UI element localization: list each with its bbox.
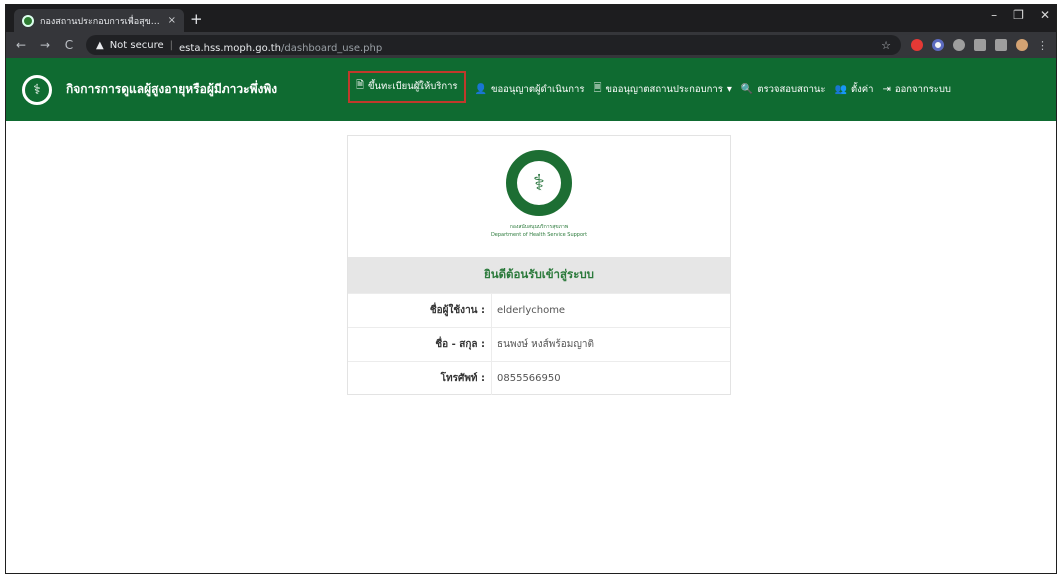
welcome-heading: ยินดีต้อนรับเข้าสู่ระบบ: [348, 257, 730, 293]
nav-item-label: ออกจากระบบ: [894, 84, 951, 95]
extension-icon[interactable]: [953, 39, 965, 51]
info-row-fullname: ชื่อ - สกุล : ธนพงษ์ หงส์พร้อมญาติ: [348, 327, 730, 361]
reading-list-icon[interactable]: [995, 39, 1007, 51]
avatar[interactable]: [1016, 39, 1028, 51]
site-navbar: ⚕ กิจการการดูแลผู้สูงอายุหรือผู้มีภาวะพึ…: [6, 58, 1056, 121]
browser-toolbar: ← → C ▲ Not secure | esta.hss.moph.go.th…: [6, 32, 1056, 58]
maximize-button[interactable]: ❐: [1013, 8, 1024, 22]
address-bar[interactable]: ▲ Not secure | esta.hss.moph.go.th/dashb…: [86, 35, 901, 55]
nav-item-label: ขออนุญาตสถานประกอบการ: [605, 84, 723, 95]
window-controls: – ❐ ✕: [991, 8, 1050, 22]
info-row-phone: โทรศัพท์ : 0855566950: [348, 361, 730, 395]
info-value: elderlychome: [497, 305, 566, 316]
url-path: /dashboard_use.php: [281, 42, 383, 54]
minimize-button[interactable]: –: [991, 8, 997, 22]
site-favicon-icon: [22, 14, 34, 27]
info-value: ธนพงษ์ หงส์พร้อมญาติ: [497, 339, 594, 350]
reload-button[interactable]: C: [62, 38, 76, 52]
extension-icon[interactable]: [932, 39, 944, 51]
chevron-down-icon: ▾: [726, 84, 732, 95]
nav-establishment-license[interactable]: 🗏 ขออนุญาตสถานประกอบการ ▾: [593, 75, 731, 105]
extension-icons: ⋮: [911, 39, 1048, 52]
divider: [491, 294, 492, 327]
moph-logo-icon[interactable]: ⚕: [22, 74, 52, 105]
users-cog-icon: 👥: [834, 84, 847, 95]
tab-close-icon[interactable]: ×: [168, 15, 176, 26]
welcome-card: ⚕ กองสนับสนุนบริการสุขภาพ Department of …: [347, 135, 731, 395]
search-icon: 🔍: [740, 84, 754, 95]
not-secure-label: Not secure: [109, 39, 164, 51]
hand-cursor-icon: ☝: [415, 78, 423, 92]
warning-icon[interactable]: ▲: [96, 40, 104, 51]
url-separator: |: [169, 39, 174, 51]
department-name-en: Department of Health Service Support: [490, 232, 588, 238]
divider: [491, 328, 492, 361]
caduceus-icon: ⚕: [517, 161, 561, 205]
forward-button[interactable]: →: [38, 38, 52, 52]
nav-item-label: ตั้งค่า: [850, 84, 874, 95]
nav-operator-license[interactable]: 👤 ขออนุญาตผู้ดำเนินการ: [475, 75, 585, 105]
document-icon: 🗎: [356, 80, 365, 91]
nav-menu: 🗎 ขึ้นทะเบียนผู้ให้บริการ 👤 ขออนุญาตผู้ด…: [348, 58, 951, 121]
building-icon: 🗏: [593, 83, 602, 94]
site-title[interactable]: กิจการการดูแลผู้สูงอายุหรือผู้มีภาวะพึ่ง…: [66, 80, 277, 99]
extension-icon[interactable]: [911, 39, 923, 51]
tab-title: กองสถานประกอบการเพื่อสุขภาพ กรม: [40, 16, 162, 27]
nav-item-label: ตรวจสอบสถานะ: [757, 84, 826, 95]
user-icon: 👤: [474, 84, 487, 95]
browser-tab[interactable]: กองสถานประกอบการเพื่อสุขภาพ กรม ×: [14, 9, 184, 32]
department-logo-area: ⚕ กองสนับสนุนบริการสุขภาพ Department of …: [348, 136, 730, 257]
nav-logout[interactable]: ⇥ ออกจากระบบ: [882, 75, 950, 105]
department-name-th: กองสนับสนุนบริการสุขภาพ: [509, 224, 569, 230]
close-window-button[interactable]: ✕: [1040, 8, 1050, 22]
browser-window: กองสถานประกอบการเพื่อสุขภาพ กรม × + – ❐ …: [5, 4, 1057, 574]
nav-check-status[interactable]: 🔍 ตรวจสอบสถานะ: [741, 75, 826, 105]
menu-kebab-icon[interactable]: ⋮: [1037, 39, 1048, 52]
info-value: 0855566950: [497, 373, 561, 384]
new-tab-button[interactable]: +: [190, 10, 203, 28]
ministry-seal-icon: ⚕: [506, 150, 572, 216]
info-label: ชื่อ - สกุล :: [435, 339, 485, 350]
back-button[interactable]: ←: [14, 38, 28, 52]
nav-item-label: ขออนุญาตผู้ดำเนินการ: [490, 84, 585, 95]
divider: [491, 362, 492, 395]
info-row-username: ชื่อผู้ใช้งาน : elderlychome: [348, 293, 730, 327]
info-label: ชื่อผู้ใช้งาน :: [429, 305, 485, 316]
logout-icon: ⇥: [882, 84, 891, 95]
url-text: esta.hss.moph.go.th/dashboard_use.php: [179, 36, 382, 55]
tab-strip: กองสถานประกอบการเพื่อสุขภาพ กรม × + – ❐ …: [6, 5, 1056, 32]
puzzle-icon[interactable]: [974, 39, 986, 51]
url-host: esta.hss.moph.go.th: [179, 42, 282, 54]
info-label: โทรศัพท์ :: [440, 373, 485, 384]
nav-settings[interactable]: 👥 ตั้งค่า: [835, 75, 874, 105]
bookmark-star-icon[interactable]: ☆: [881, 39, 891, 52]
nav-item-label: ขึ้นทะเบียนผู้ให้บริการ: [368, 81, 458, 92]
nav-register-provider[interactable]: 🗎 ขึ้นทะเบียนผู้ให้บริการ: [348, 70, 466, 103]
